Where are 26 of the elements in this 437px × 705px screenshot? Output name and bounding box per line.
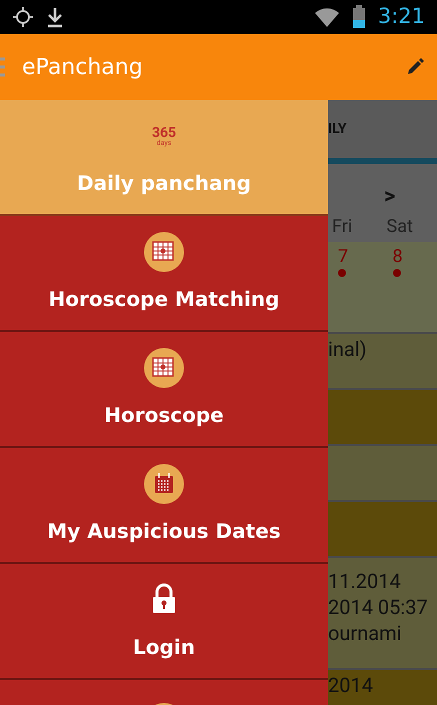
chart-grid-icon xyxy=(144,232,184,272)
edit-icon[interactable] xyxy=(405,57,425,77)
row-text: ournami xyxy=(328,620,403,646)
wifi-icon xyxy=(314,6,340,28)
drawer-item[interactable]: Horoscope Matching xyxy=(0,216,328,332)
drawer-item[interactable]: My Auspicious Dates xyxy=(0,448,328,564)
gps-icon xyxy=(12,6,34,28)
app-title: ePanchang xyxy=(22,54,143,82)
drawer-item[interactable]: Horoscope xyxy=(0,332,328,448)
status-time: 3:21 xyxy=(378,3,425,30)
date-number[interactable]: 7 xyxy=(338,248,348,266)
drawer-item[interactable]: Login xyxy=(0,564,328,680)
tab-label[interactable]: ILY xyxy=(328,118,347,140)
battery-icon xyxy=(352,5,366,29)
next-arrow[interactable]: > xyxy=(384,186,437,208)
menu-icon[interactable] xyxy=(0,56,6,78)
date-number[interactable]: 8 xyxy=(392,248,403,266)
row-text: 11.2014 xyxy=(328,568,402,594)
calendar-icon xyxy=(144,464,184,504)
row-text: 2014 xyxy=(328,672,374,698)
download-icon xyxy=(46,6,64,28)
weekday-label: Fri xyxy=(331,218,354,239)
weekday-label: Sat xyxy=(386,218,414,239)
row-text: 2014 05:37 xyxy=(328,594,429,620)
row-text: inal) xyxy=(328,336,368,362)
chart-grid-icon xyxy=(144,348,184,388)
